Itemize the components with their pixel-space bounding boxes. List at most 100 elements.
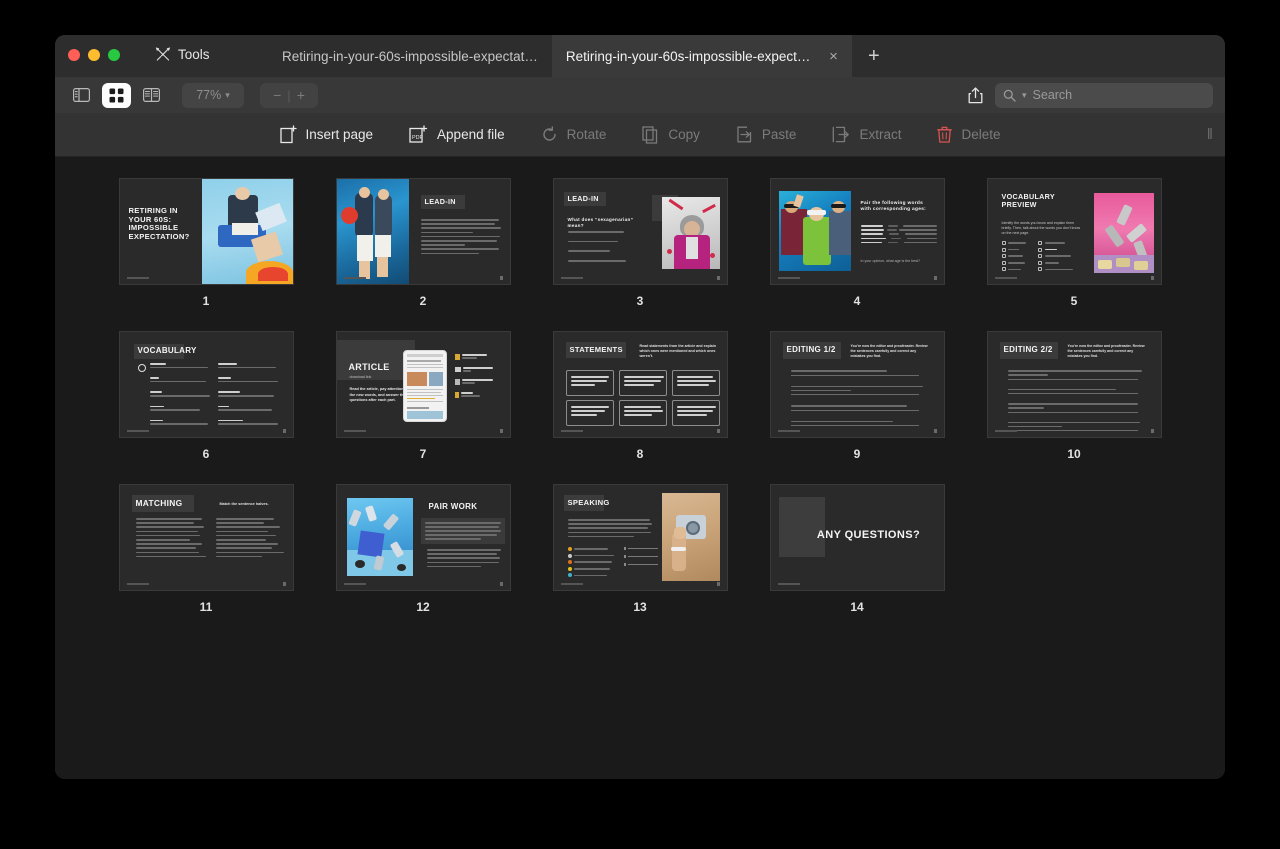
page-cell-14[interactable]: ANY QUESTIONS? 14: [749, 485, 966, 638]
slide-3[interactable]: LEAD-IN What does “sexagenarian” mean?: [553, 179, 727, 284]
page-thumb-8[interactable]: STATEMENTS Read statements from the arti…: [553, 332, 727, 437]
slide-9-footer: [777, 430, 800, 432]
page-cell-12[interactable]: PAIR WORK 12: [315, 485, 532, 638]
page-thumb-10[interactable]: EDITING 2/2 You’re now the editor and pr…: [987, 332, 1161, 437]
zoom-stepper[interactable]: − | +: [260, 82, 318, 108]
slide-13-page-number: [716, 582, 720, 586]
search-placeholder: Search: [1032, 88, 1073, 102]
minimize-window-button[interactable]: [88, 49, 100, 61]
svg-text:PDF: PDF: [412, 135, 423, 141]
extract-label: Extract: [859, 127, 902, 142]
close-tab-icon[interactable]: ×: [829, 49, 838, 64]
page-thumb-11[interactable]: MATCHING Match the sentence halves.: [119, 485, 293, 590]
slide-3-question: What does “sexagenarian” mean?: [567, 217, 634, 228]
slide-4-footer: [777, 277, 800, 279]
slide-13[interactable]: SPEAKING: [553, 485, 727, 590]
tab-document-1[interactable]: Retiring-in-your-60s-impossible-expectat…: [268, 35, 552, 77]
slide-4[interactable]: Pair the following words with correspond…: [770, 179, 944, 284]
page-cell-4[interactable]: Pair the following words with correspond…: [749, 179, 966, 332]
new-tab-button[interactable]: +: [852, 35, 896, 77]
slide-1[interactable]: RETIRING IN YOUR 60S: IMPOSSIBLE EXPECTA…: [119, 179, 293, 284]
delete-button[interactable]: Delete: [919, 126, 1018, 143]
slide-9[interactable]: EDITING 1/2 You’re now the editor and pr…: [770, 332, 944, 437]
slide-7[interactable]: ARTICLE download link Read the article, …: [336, 332, 510, 437]
insert-page-icon: [279, 125, 297, 144]
tab-document-2[interactable]: Retiring-in-your-60s-impossible-expect… …: [551, 35, 852, 77]
slide-7-stats: [454, 354, 505, 401]
zoom-in-button[interactable]: +: [297, 87, 305, 103]
close-window-button[interactable]: [68, 49, 80, 61]
page-thumb-1[interactable]: RETIRING IN YOUR 60S: IMPOSSIBLE EXPECTA…: [119, 179, 293, 284]
page-thumb-14[interactable]: ANY QUESTIONS?: [770, 485, 944, 590]
slide-2-question-list: [420, 219, 503, 257]
statement-box: [618, 370, 667, 396]
page-cell-5[interactable]: VOCABULARY PREVIEW Identify the words yo…: [966, 179, 1183, 332]
slide-8[interactable]: STATEMENTS Read statements from the arti…: [553, 332, 727, 437]
rotate-icon: [542, 126, 556, 141]
zoom-out-button[interactable]: −: [273, 87, 281, 103]
page-thumb-5[interactable]: VOCABULARY PREVIEW Identify the words yo…: [987, 179, 1161, 284]
slide-11-page-number: [282, 582, 286, 586]
copy-button[interactable]: Copy: [624, 125, 718, 144]
trash-icon: [937, 126, 953, 143]
page-cell-1[interactable]: RETIRING IN YOUR 60S: IMPOSSIBLE EXPECTA…: [98, 179, 315, 332]
page-cell-10[interactable]: EDITING 2/2 You’re now the editor and pr…: [966, 332, 1183, 485]
page-thumbnail-area[interactable]: RETIRING IN YOUR 60S: IMPOSSIBLE EXPECTA…: [55, 157, 1225, 779]
page-number-11: 11: [199, 600, 213, 614]
page-thumb-6[interactable]: VOCABULARY: [119, 332, 293, 437]
grid-view-button[interactable]: [102, 82, 131, 108]
page-thumb-9[interactable]: EDITING 1/2 You’re now the editor and pr…: [770, 332, 944, 437]
slide-11[interactable]: MATCHING Match the sentence halves.: [119, 485, 293, 590]
insert-page-button[interactable]: Insert page: [262, 125, 392, 144]
page-cell-6[interactable]: VOCABULARY 6: [98, 332, 315, 485]
zoom-level-value: 77%: [196, 88, 222, 102]
page-cell-2[interactable]: LEAD-IN 2: [315, 179, 532, 332]
tools-button[interactable]: Tools: [155, 46, 210, 62]
page-thumb-7[interactable]: ARTICLE download link Read the article, …: [336, 332, 510, 437]
page-number-1: 1: [202, 294, 210, 308]
slide-4-image: [778, 191, 851, 271]
statement-box: [565, 370, 614, 396]
page-thumb-2[interactable]: LEAD-IN: [336, 179, 510, 284]
zoom-level-dropdown[interactable]: 77% ▾: [182, 82, 244, 108]
page-thumb-3[interactable]: LEAD-IN What does “sexagenarian” mean?: [553, 179, 727, 284]
paste-button[interactable]: Paste: [718, 126, 815, 143]
page-thumb-12[interactable]: PAIR WORK: [336, 485, 510, 590]
page-cell-7[interactable]: ARTICLE download link Read the article, …: [315, 332, 532, 485]
slide-6-title: VOCABULARY: [137, 346, 197, 355]
rotate-button[interactable]: Rotate: [523, 126, 625, 143]
slide-14[interactable]: ANY QUESTIONS?: [770, 485, 944, 590]
sidebar-view-button[interactable]: [67, 83, 96, 108]
toolbar-resize-grip[interactable]: ‖: [1207, 126, 1213, 143]
split-view-button[interactable]: [137, 83, 166, 108]
slide-10-sentences: [1007, 370, 1148, 432]
page-cell-9[interactable]: EDITING 1/2 You’re now the editor and pr…: [749, 332, 966, 485]
page-number-12: 12: [416, 600, 430, 614]
page-cell-8[interactable]: STATEMENTS Read statements from the arti…: [532, 332, 749, 485]
page-thumb-13[interactable]: SPEAKING: [553, 485, 727, 590]
slide-6-page-number: [282, 429, 286, 433]
slide-7-tablet-mockup: [402, 350, 447, 422]
page-cell-11[interactable]: MATCHING Match the sentence halves. 11: [98, 485, 315, 638]
slide-12[interactable]: PAIR WORK: [336, 485, 510, 590]
search-input[interactable]: ▾ Search: [995, 82, 1213, 108]
maximize-window-button[interactable]: [108, 49, 120, 61]
page-cell-3[interactable]: LEAD-IN What does “sexagenarian” mean? 3: [532, 179, 749, 332]
insert-page-label: Insert page: [305, 127, 374, 142]
slide-4-note: In your opinion, what age is the best?: [860, 259, 921, 263]
page-number-6: 6: [202, 447, 210, 461]
toolbar-right-group: ▾ Search: [968, 82, 1213, 108]
slide-6[interactable]: VOCABULARY: [119, 332, 293, 437]
slide-10[interactable]: EDITING 2/2 You’re now the editor and pr…: [987, 332, 1161, 437]
search-scope-chevron-icon[interactable]: ▾: [1022, 90, 1027, 101]
share-button[interactable]: [968, 86, 983, 104]
share-icon: [968, 86, 983, 103]
slide-7-download-link[interactable]: download link: [350, 375, 372, 379]
slide-2[interactable]: LEAD-IN: [336, 179, 510, 284]
slide-5[interactable]: VOCABULARY PREVIEW Identify the words yo…: [987, 179, 1161, 284]
extract-button[interactable]: Extract: [814, 126, 919, 143]
slide-5-footer: [994, 277, 1017, 279]
page-cell-13[interactable]: SPEAKING 13: [532, 485, 749, 638]
page-thumb-4[interactable]: Pair the following words with correspond…: [770, 179, 944, 284]
append-file-button[interactable]: PDF Append file: [391, 125, 523, 144]
